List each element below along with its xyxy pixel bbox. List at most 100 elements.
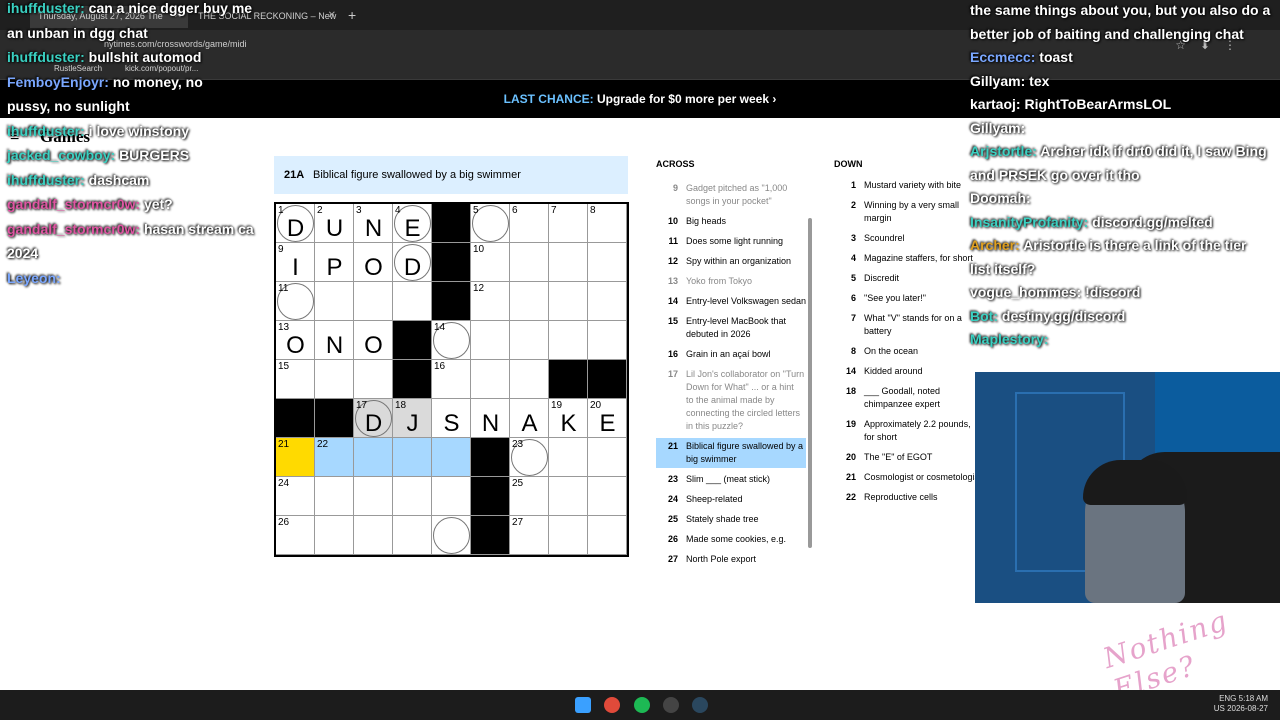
grid-cell[interactable]: 20 E: [588, 399, 627, 438]
grid-cell[interactable]: [549, 516, 588, 555]
clue-scrollbar[interactable]: [806, 178, 814, 560]
grid-cell[interactable]: [588, 477, 627, 516]
grid-cell[interactable]: [549, 438, 588, 477]
grid-cell[interactable]: [588, 282, 627, 321]
down-clue-19[interactable]: 19 Approximately 2.2 pounds, for short: [834, 416, 984, 446]
grid-cell[interactable]: [549, 282, 588, 321]
grid-cell[interactable]: N: [471, 399, 510, 438]
grid-cell[interactable]: O: [354, 321, 393, 360]
across-clue-21[interactable]: 21 Biblical figure swallowed by a big swi…: [656, 438, 806, 468]
grid-cell[interactable]: [588, 243, 627, 282]
grid-cell[interactable]: [315, 477, 354, 516]
grid-cell[interactable]: [549, 477, 588, 516]
crossword-grid[interactable]: 1 D 2 U 3 N 4 E 5 6 7 8 9 I P O D 10 11 12 13 O N O 14 15 16 17 D 18 J…: [274, 202, 629, 557]
obs-icon[interactable]: [663, 697, 679, 713]
grid-cell[interactable]: 24: [276, 477, 315, 516]
across-clue-16[interactable]: 16 Grain in an açaí bowl: [656, 346, 806, 363]
across-clue-25[interactable]: 25 Stately shade tree: [656, 511, 806, 528]
down-clue-6[interactable]: 6 "See you later!": [834, 290, 984, 307]
grid-cell[interactable]: 7: [549, 204, 588, 243]
grid-cell[interactable]: [393, 516, 432, 555]
spotify-icon[interactable]: [634, 697, 650, 713]
across-clue-26[interactable]: 26 Made some cookies, e.g.: [656, 531, 806, 548]
across-clue-24[interactable]: 24 Sheep-related: [656, 491, 806, 508]
grid-cell[interactable]: [471, 360, 510, 399]
grid-cell[interactable]: [588, 516, 627, 555]
down-clue-8[interactable]: 8 On the ocean: [834, 343, 984, 360]
down-clue-2[interactable]: 2 Winning by a very small margin: [834, 197, 984, 227]
grid-cell[interactable]: [588, 321, 627, 360]
across-clue-17[interactable]: 17 Lil Jon's collaborator on "Turn Down f…: [656, 366, 806, 435]
grid-cell[interactable]: 23: [510, 438, 549, 477]
across-clue-10[interactable]: 10 Big heads: [656, 213, 806, 230]
grid-cell[interactable]: 12: [471, 282, 510, 321]
grid-cell[interactable]: [354, 438, 393, 477]
across-clue-11[interactable]: 11 Does some light running: [656, 233, 806, 250]
down-clue-22[interactable]: 22 Reproductive cells: [834, 489, 984, 506]
grid-cell[interactable]: 25: [510, 477, 549, 516]
current-clue-bar[interactable]: 21A Biblical figure swallowed by a big s…: [274, 156, 628, 194]
grid-cell[interactable]: [432, 438, 471, 477]
grid-cell[interactable]: [510, 321, 549, 360]
grid-cell[interactable]: 5: [471, 204, 510, 243]
down-clue-7[interactable]: 7 What "V" stands for on a battery: [834, 310, 984, 340]
down-clue-4[interactable]: 4 Magazine staffers, for short: [834, 250, 984, 267]
grid-cell[interactable]: D: [393, 243, 432, 282]
clock-time[interactable]: 5:18 AM: [1239, 694, 1268, 703]
grid-cell[interactable]: N: [315, 321, 354, 360]
grid-cell[interactable]: 27: [510, 516, 549, 555]
grid-cell[interactable]: [549, 243, 588, 282]
bookmark-rustlesearch[interactable]: RustleSearch: [54, 64, 102, 73]
grid-cell[interactable]: [432, 516, 471, 555]
grid-cell[interactable]: 6: [510, 204, 549, 243]
grid-cell[interactable]: [354, 282, 393, 321]
grid-cell[interactable]: [549, 321, 588, 360]
grid-cell[interactable]: 18 J: [393, 399, 432, 438]
bookmark-kick[interactable]: kick.com/popout/pr...: [125, 64, 198, 73]
grid-cell[interactable]: 8: [588, 204, 627, 243]
grid-cell[interactable]: 9I: [276, 243, 315, 282]
grid-cell[interactable]: 17 D: [354, 399, 393, 438]
grid-cell[interactable]: [315, 516, 354, 555]
grid-cell[interactable]: A: [510, 399, 549, 438]
grid-cell[interactable]: 3N: [354, 204, 393, 243]
grid-cell[interactable]: [471, 321, 510, 360]
down-clue-5[interactable]: 5 Discredit: [834, 270, 984, 287]
grid-cell[interactable]: 10: [471, 243, 510, 282]
grid-cell[interactable]: [510, 243, 549, 282]
language-indicator[interactable]: ENG: [1219, 694, 1236, 703]
grid-cell[interactable]: 21: [276, 438, 315, 477]
grid-cell[interactable]: 15: [276, 360, 315, 399]
grid-cell[interactable]: [510, 282, 549, 321]
grid-cell[interactable]: 11: [276, 282, 315, 321]
grid-cell[interactable]: [354, 477, 393, 516]
grid-cell[interactable]: 14: [432, 321, 471, 360]
down-clue-21[interactable]: 21 Cosmologist or cosmetologis: [834, 469, 984, 486]
grid-cell[interactable]: [354, 516, 393, 555]
grid-cell[interactable]: 16: [432, 360, 471, 399]
grid-cell[interactable]: 19 K: [549, 399, 588, 438]
windows-start-icon[interactable]: [575, 697, 591, 713]
grid-cell[interactable]: [354, 360, 393, 399]
grid-cell[interactable]: [432, 477, 471, 516]
grid-cell[interactable]: 26: [276, 516, 315, 555]
chrome-icon[interactable]: [604, 697, 620, 713]
down-clue-3[interactable]: 3 Scoundrel: [834, 230, 984, 247]
grid-cell[interactable]: [588, 438, 627, 477]
grid-cell[interactable]: P: [315, 243, 354, 282]
grid-cell[interactable]: 22: [315, 438, 354, 477]
across-clue-13[interactable]: 13 Yoko from Tokyo: [656, 273, 806, 290]
grid-cell[interactable]: [393, 477, 432, 516]
steam-icon[interactable]: [692, 697, 708, 713]
down-clue-18[interactable]: 18 ___ Goodall, noted chimpanzee expert: [834, 383, 984, 413]
grid-cell[interactable]: 2U: [315, 204, 354, 243]
grid-cell[interactable]: 4E: [393, 204, 432, 243]
across-clue-9[interactable]: 9 Gadget pitched as "1,000 songs in your …: [656, 180, 806, 210]
grid-cell[interactable]: [393, 282, 432, 321]
grid-cell[interactable]: O: [354, 243, 393, 282]
across-clue-23[interactable]: 23 Slim ___ (meat stick): [656, 471, 806, 488]
down-clue-20[interactable]: 20 The "E" of EGOT: [834, 449, 984, 466]
grid-cell[interactable]: S: [432, 399, 471, 438]
grid-cell[interactable]: [315, 282, 354, 321]
grid-cell[interactable]: 1D: [276, 204, 315, 243]
